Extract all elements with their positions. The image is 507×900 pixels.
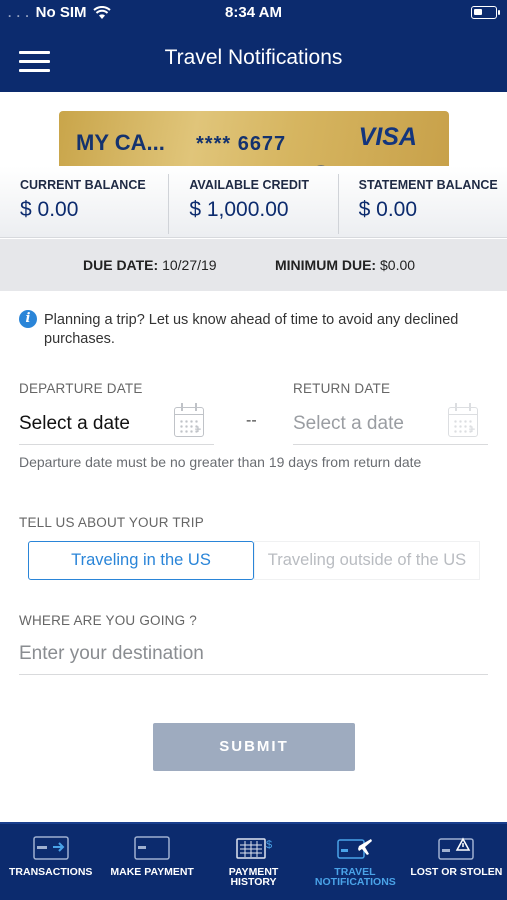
tab-travel-notifications[interactable]: TRAVEL NOTIFICATIONS (304, 824, 405, 900)
traveling-in-us-button[interactable]: Traveling in the US (28, 541, 254, 580)
payment-card-icon (134, 836, 170, 860)
svg-text:$: $ (266, 839, 272, 851)
minimum-due-value: $0.00 (380, 257, 416, 273)
available-credit-label: AVAILABLE CREDIT (189, 178, 309, 192)
tab-payment-history-label: PAYMENT HISTORY (228, 866, 279, 888)
tab-make-payment[interactable]: MAKE PAYMENT (101, 824, 202, 900)
due-summary: DUE DATE: 10/27/19 MINIMUM DUE: $0.00 (0, 239, 507, 291)
payment-history-icon: $ (235, 838, 272, 859)
trip-type-label: TELL US ABOUT YOUR TRIP (19, 515, 204, 530)
page-title: Travel Notifications (164, 46, 343, 69)
return-date-label: RETURN DATE (293, 381, 391, 396)
minimum-due-label: MINIMUM DUE: (275, 257, 377, 273)
tab-transactions[interactable]: TRANSACTIONS (0, 824, 101, 900)
card-masked-number: **** 6677 (196, 133, 287, 155)
bottom-tab-bar: TRANSACTIONS MAKE PAYMENT $ PAYMENT HIST… (0, 822, 507, 900)
due-date-label: DUE DATE: (83, 257, 159, 273)
transactions-card-icon (32, 836, 69, 860)
card-name: MY CA... (76, 130, 165, 155)
tab-lost-or-stolen-label: LOST OR STOLEN (410, 866, 503, 878)
date-separator: -- (246, 412, 257, 429)
tab-payment-history[interactable]: $ PAYMENT HISTORY (203, 824, 304, 900)
available-credit: AVAILABLE CREDIT $ 1,000.00 (169, 174, 339, 234)
destination-label: WHERE ARE YOU GOING ? (19, 613, 197, 628)
status-time: 8:34 AM (225, 4, 282, 21)
available-credit-value: $ 1,000.00 (189, 198, 289, 221)
return-date-value: Select a date (293, 413, 404, 434)
info-text: Planning a trip? Let us know ahead of ti… (44, 312, 459, 347)
calendar-icon[interactable]: + (448, 403, 478, 437)
statement-balance: STATEMENT BALANCE $ 0.00 (339, 174, 507, 234)
return-date-field[interactable]: Select a date + (293, 403, 488, 445)
trip-type-toggle: Traveling in the US Traveling outside of… (28, 541, 480, 580)
tab-make-payment-label: MAKE PAYMENT (110, 866, 194, 878)
minimum-due: MINIMUM DUE: $0.00 (275, 257, 415, 273)
tab-transactions-label: TRANSACTIONS (8, 866, 93, 878)
visa-logo: VISA (358, 123, 417, 151)
card-banner: MY CA... **** 6677 VISA LOM (0, 92, 507, 166)
current-balance-label: CURRENT BALANCE (20, 178, 146, 192)
tab-travel-notifications-label: TRAVEL NOTIFICATIONS (314, 866, 396, 888)
departure-date-label: DEPARTURE DATE (19, 381, 143, 396)
due-date-value: 10/27/19 (162, 257, 217, 273)
date-hint: Departure date must be no greater than 1… (19, 454, 422, 470)
credit-card-image[interactable]: MY CA... **** 6677 VISA LOM (59, 111, 449, 166)
status-bar: . . . No SIM 8:34 AM (0, 0, 507, 26)
card-art-text: LOM (285, 158, 435, 166)
tab-lost-or-stolen[interactable]: LOST OR STOLEN (406, 824, 507, 900)
due-date: DUE DATE: 10/27/19 (83, 257, 217, 273)
destination-input[interactable] (19, 634, 488, 675)
travel-plane-icon (337, 839, 372, 859)
submit-button[interactable]: SUBMIT (153, 723, 355, 771)
battery-icon (471, 6, 500, 19)
calendar-icon[interactable]: + (174, 403, 204, 437)
departure-date-value: Select a date (19, 413, 130, 434)
app-header: . . . No SIM 8:34 AM Travel Notification… (0, 0, 507, 92)
current-balance-value: $ 0.00 (20, 198, 79, 221)
statement-balance-value: $ 0.00 (358, 198, 418, 221)
statement-balance-label: STATEMENT BALANCE (358, 178, 498, 192)
lost-stolen-warning-icon (438, 837, 475, 860)
balance-summary: CURRENT BALANCE $ 0.00 AVAILABLE CREDIT … (0, 166, 507, 238)
traveling-outside-us-button[interactable]: Traveling outside of the US (254, 541, 480, 580)
current-balance: CURRENT BALANCE $ 0.00 (0, 174, 170, 234)
info-icon: i (19, 310, 37, 328)
departure-date-field[interactable]: Select a date + (19, 403, 214, 445)
